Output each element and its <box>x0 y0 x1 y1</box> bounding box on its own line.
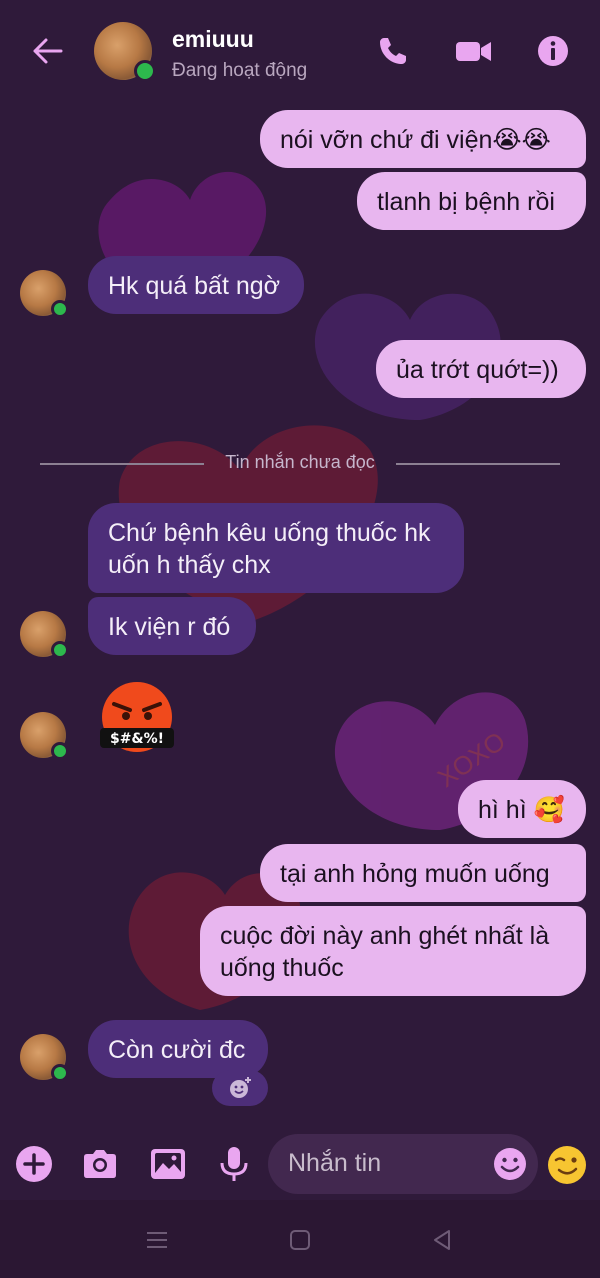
contact-avatar[interactable] <box>94 22 156 82</box>
unread-divider: Tin nhắn chưa đọc <box>40 452 560 476</box>
online-indicator <box>134 60 156 82</box>
system-navigation-bar <box>0 1200 600 1278</box>
message-input[interactable]: Nhắn tin <box>268 1134 538 1194</box>
gallery-icon[interactable] <box>148 1144 188 1184</box>
message-bubble-outgoing[interactable]: ủa trớt quớt=)) <box>376 340 586 398</box>
message-bubble-outgoing[interactable]: cuộc đời này anh ghét nhất là uống thuốc <box>200 906 586 996</box>
online-indicator <box>51 300 69 318</box>
emoji-picker-icon[interactable] <box>492 1146 528 1182</box>
back-nav-icon[interactable] <box>430 1228 454 1252</box>
contact-avatar-small[interactable] <box>20 1034 69 1082</box>
camera-icon[interactable] <box>80 1144 120 1184</box>
contact-avatar-small[interactable] <box>20 270 69 318</box>
angry-swearing-emoji-icon[interactable]: $#&%! <box>100 680 174 754</box>
message-input-placeholder: Nhắn tin <box>288 1149 382 1177</box>
add-reaction-button[interactable] <box>212 1070 268 1106</box>
plus-icon[interactable] <box>14 1144 54 1184</box>
divider-line <box>396 463 560 465</box>
back-arrow-icon[interactable] <box>30 34 64 68</box>
conversation-header: emiuuu Đang hoạt động <box>0 0 600 100</box>
add-reaction-icon <box>230 1077 251 1098</box>
message-bubble-outgoing[interactable]: nói vỡn chứ đi viện😭😭 <box>260 110 586 168</box>
home-icon[interactable] <box>288 1228 312 1252</box>
message-bubble-incoming[interactable]: Ik viện r đó <box>88 597 256 655</box>
message-composer: Nhắn tin <box>0 1130 600 1200</box>
message-bubble-outgoing[interactable]: tại anh hỏng muốn uống <box>260 844 586 902</box>
message-bubble-incoming[interactable]: Hk quá bất ngờ <box>88 256 304 314</box>
contact-avatar-small[interactable] <box>20 611 69 659</box>
message-bubble-outgoing[interactable]: tlanh bị bệnh rồi <box>357 172 586 230</box>
message-bubble-incoming[interactable]: Chứ bệnh kêu uống thuốc hk uốn h thấy ch… <box>88 503 464 593</box>
online-indicator <box>51 1064 69 1082</box>
emoji-symbols: $#&%! <box>110 731 164 747</box>
message-bubble-outgoing[interactable]: hì hì 🥰 <box>458 780 586 838</box>
microphone-icon[interactable] <box>214 1144 254 1184</box>
contact-avatar-small[interactable] <box>20 712 69 760</box>
video-call-icon[interactable] <box>454 34 494 68</box>
online-indicator <box>51 641 69 659</box>
message-list[interactable]: nói vỡn chứ đi viện😭😭 tlanh bị bệnh rồi … <box>0 0 600 1278</box>
recent-apps-icon[interactable] <box>145 1228 169 1252</box>
phone-call-icon[interactable] <box>376 34 410 68</box>
contact-name[interactable]: emiuuu <box>172 26 254 53</box>
quick-emoji-wink-icon[interactable] <box>546 1144 588 1186</box>
contact-status: Đang hoạt động <box>172 60 308 81</box>
online-indicator <box>51 742 69 760</box>
info-icon[interactable] <box>536 34 570 68</box>
